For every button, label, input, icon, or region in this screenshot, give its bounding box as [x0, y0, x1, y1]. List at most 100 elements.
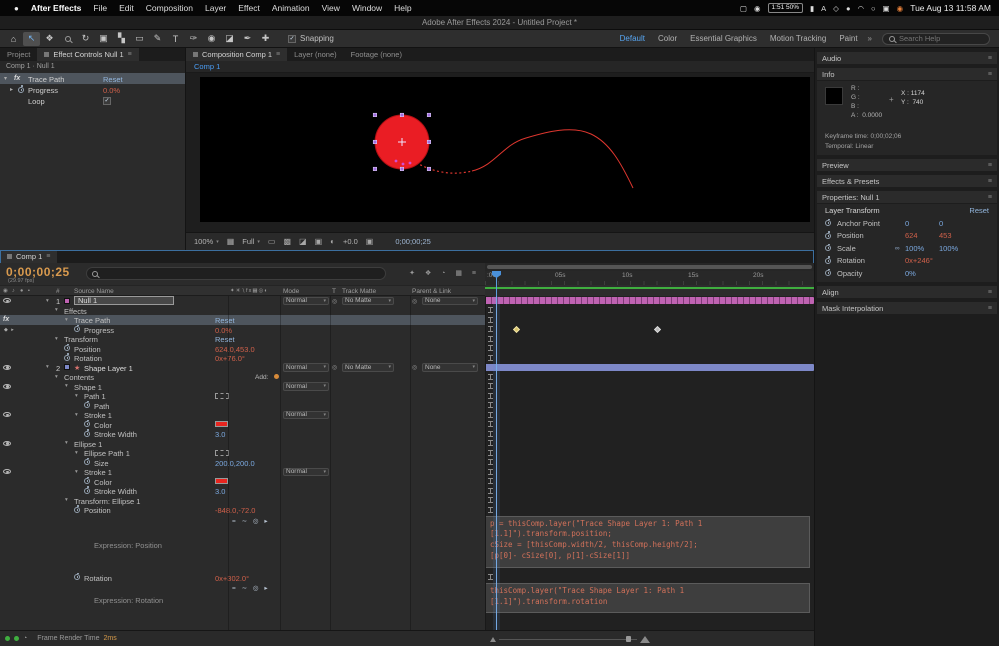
row-track[interactable]: [485, 325, 814, 335]
row-track[interactable]: [485, 363, 814, 373]
stopwatch-icon[interactable]: [74, 324, 80, 332]
zoom-handle[interactable]: [626, 636, 631, 642]
orbit-tool[interactable]: ↻: [77, 32, 94, 46]
row-color[interactable]: Color: [0, 476, 814, 487]
pen-tool[interactable]: ✎: [149, 32, 166, 46]
current-time-display[interactable]: 0;00;00;25: [6, 265, 70, 279]
effect-progress-row[interactable]: ▸ Progress 0.0%: [0, 84, 185, 95]
stopwatch-icon[interactable]: [64, 353, 70, 361]
row-track[interactable]: [485, 391, 814, 401]
hand-tool[interactable]: ❖: [41, 32, 58, 46]
timeline-zoom-slider[interactable]: [490, 636, 650, 643]
timeline-search-box[interactable]: [86, 267, 386, 280]
property-value[interactable]: 0x+246°: [905, 256, 939, 265]
mode-dropdown[interactable]: Normal ▾: [283, 296, 329, 305]
puppet-pin-tool[interactable]: ✚: [257, 32, 274, 46]
column-track-matte[interactable]: Track Matte: [342, 288, 376, 295]
disclosure-arrow[interactable]: ▾: [65, 383, 68, 389]
property-opacity[interactable]: Opacity 0%: [817, 267, 997, 280]
row-expression-rotation[interactable]: Expression: Rotation = ∼ ◎ ▸ thisComp.laye…: [0, 582, 814, 622]
transparency-grid-icon[interactable]: ▩: [283, 237, 291, 246]
keyframe-diamond[interactable]: [653, 325, 662, 333]
property-value[interactable]: 0: [905, 219, 939, 228]
expression-toggle-icons[interactable]: = ∼ ◎ ▸: [232, 584, 270, 592]
track-matte-dropdown[interactable]: No Matte ▾: [342, 296, 394, 305]
disclosure-arrow[interactable]: ▾: [75, 469, 78, 475]
row-stroke-width[interactable]: Stroke Width 3.0: [0, 486, 814, 496]
layer-color-chip[interactable]: [64, 364, 70, 370]
zoom-track[interactable]: [499, 636, 637, 642]
effect-name[interactable]: Trace Path: [28, 75, 64, 84]
snapping-control[interactable]: ✓ Snapping: [288, 34, 334, 43]
stopwatch-icon[interactable]: [84, 429, 90, 437]
exposure-value[interactable]: +0.0: [343, 237, 358, 246]
row-track[interactable]: [485, 486, 814, 496]
composition-canvas[interactable]: [200, 77, 810, 222]
panel-menu-icon[interactable]: ≡: [988, 289, 992, 296]
row-track[interactable]: [485, 315, 814, 325]
menu-edit[interactable]: Edit: [113, 3, 140, 13]
camera-tool[interactable]: ▣: [95, 32, 112, 46]
pickwhip-icon[interactable]: ◎: [332, 364, 337, 371]
row-track[interactable]: [485, 448, 814, 458]
breadcrumb-comp-name[interactable]: Comp 1: [194, 62, 220, 71]
selection-tool[interactable]: ↖: [23, 31, 40, 46]
panel-menu-icon[interactable]: ≡: [46, 253, 50, 260]
row-track[interactable]: [485, 505, 814, 515]
column-divider[interactable]: [410, 296, 411, 630]
row-transform-ellipse-1[interactable]: ▾ Transform: Ellipse 1: [0, 496, 814, 506]
disclosure-arrow[interactable]: ▾: [75, 412, 78, 418]
row-color[interactable]: Color: [0, 419, 814, 430]
panel-menu-icon[interactable]: ≡: [988, 71, 992, 78]
snapshot-camera-icon[interactable]: ▣: [366, 237, 374, 246]
audio-panel-header[interactable]: Audio ≡: [817, 52, 997, 64]
row-path[interactable]: Path: [0, 400, 814, 411]
rectangle-tool[interactable]: ▭: [131, 32, 148, 46]
row-ellipse-1[interactable]: ▾ Ellipse 1: [0, 439, 814, 449]
property-value[interactable]: 624: [905, 231, 939, 240]
row-track[interactable]: [485, 344, 814, 354]
row-track[interactable]: [485, 410, 814, 420]
pickwhip-icon[interactable]: ◎: [412, 364, 417, 371]
row-track[interactable]: [485, 296, 814, 306]
stopwatch-icon[interactable]: [84, 400, 90, 408]
tab-composition[interactable]: Composition Comp 1 ≡: [186, 48, 288, 61]
loop-checkbox[interactable]: ✓: [103, 96, 111, 105]
disclosure-arrow[interactable]: ▾: [65, 497, 68, 503]
track-matte-dropdown[interactable]: No Matte ▾: [342, 363, 394, 372]
workspace-color[interactable]: Color: [652, 34, 683, 43]
stopwatch-icon[interactable]: [74, 505, 80, 513]
row-rotation[interactable]: Rotation 0x+76.0°: [0, 353, 814, 363]
effect-loop-row[interactable]: Loop ✓: [0, 95, 185, 106]
progress-value[interactable]: 0.0%: [103, 86, 120, 95]
row-track[interactable]: [485, 477, 814, 487]
row-stroke-1[interactable]: ▾ Stroke 1 Normal ▾: [0, 467, 814, 477]
layer-row-shape-layer-1[interactable]: ▾ 2 ★ Shape Layer 1 Normal ▾ ◎ No Matte ▾ ◎ None ▾: [0, 363, 814, 373]
row-track[interactable]: [485, 306, 814, 316]
timeline-navigator-track[interactable]: [485, 263, 814, 271]
disclosure-arrow[interactable]: ▾: [46, 298, 49, 304]
visibility-eye-icon[interactable]: [3, 383, 11, 389]
column-mode[interactable]: Mode: [283, 288, 299, 295]
row-track[interactable]: [485, 467, 814, 477]
parent-link-dropdown[interactable]: None ▾: [422, 296, 478, 305]
apple-menu-icon[interactable]: ●: [8, 4, 25, 13]
property-value[interactable]: 453: [939, 231, 973, 240]
row-position[interactable]: Position 624.0,453.0: [0, 343, 814, 354]
current-time-indicator[interactable]: [496, 296, 497, 630]
tab-project[interactable]: Project: [0, 48, 37, 61]
row-track[interactable]: [485, 382, 814, 392]
panel-menu-icon[interactable]: ≡: [988, 194, 992, 201]
row-progress[interactable]: ◆ ▸ Progress 0.0%: [0, 324, 814, 335]
row-effects[interactable]: ▾ Effects: [0, 306, 814, 316]
disclosure-arrow[interactable]: ▾: [4, 75, 7, 82]
magnification-dropdown[interactable]: 100% ▾: [194, 237, 219, 246]
reset-button[interactable]: Reset: [969, 206, 989, 215]
row-track[interactable]: [485, 401, 814, 411]
battery-indicator[interactable]: 1:51 50%: [767, 3, 803, 13]
disclosure-arrow[interactable]: ▾: [75, 393, 78, 399]
help-search-box[interactable]: [882, 32, 990, 45]
stopwatch-icon[interactable]: [84, 457, 90, 465]
row-track[interactable]: [485, 458, 814, 468]
workspace-motion-tracking[interactable]: Motion Tracking: [764, 34, 832, 43]
